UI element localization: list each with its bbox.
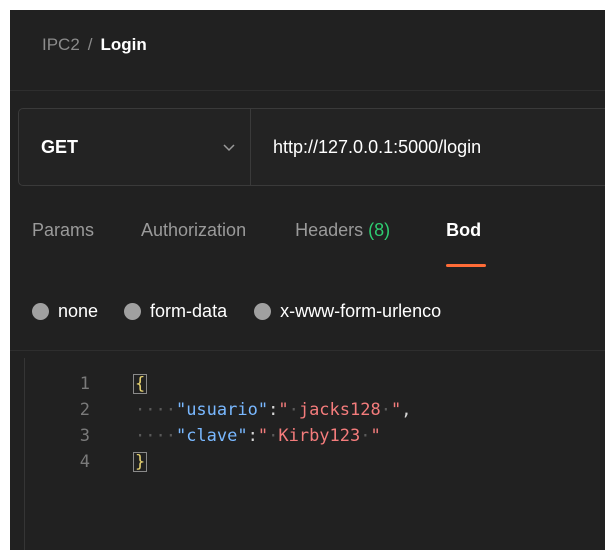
radio-label: x-www-form-urlenco: [280, 300, 442, 321]
close-brace: }: [133, 452, 148, 472]
radio-none[interactable]: none: [32, 301, 98, 322]
tab-body[interactable]: Bod: [446, 220, 487, 267]
json-quote: ": [257, 426, 269, 446]
tab-headers[interactable]: Headers (8): [295, 220, 390, 241]
request-bar: GET http://127.0.0.1:5000/login: [18, 108, 605, 186]
json-value: jacks128: [298, 400, 381, 420]
tab-label: Bod: [446, 220, 482, 240]
line-number: 1: [79, 374, 90, 394]
json-key: "usuario": [175, 400, 269, 420]
line-number: 2: [79, 400, 90, 420]
radio-x-www-form-urlencoded[interactable]: x-www-form-urlenco: [254, 301, 441, 322]
json-value: Kirby123: [278, 426, 361, 446]
editor-line: 1 {: [10, 372, 605, 396]
radio-label: none: [58, 300, 99, 321]
header: IPC2 / Login: [10, 10, 605, 80]
json-colon: :: [268, 400, 279, 420]
line-number: 4: [79, 452, 90, 472]
indent-whitespace: ····: [135, 400, 176, 420]
body-code-editor[interactable]: 1 { 2 ····"usuario":"·jacks128·", 3 ····…: [10, 358, 605, 550]
breadcrumb-request-name[interactable]: Login: [101, 35, 147, 55]
tab-label: Headers: [295, 220, 364, 240]
radio-form-data[interactable]: form-data: [124, 301, 227, 322]
chevron-down-icon: [223, 144, 235, 152]
breadcrumb: IPC2 / Login: [10, 35, 147, 55]
url-input[interactable]: http://127.0.0.1:5000/login: [251, 109, 605, 185]
open-brace: {: [133, 374, 148, 394]
json-colon: :: [247, 426, 258, 446]
json-quote: ": [278, 400, 289, 420]
header-divider: [10, 90, 605, 91]
section-divider: [10, 350, 605, 351]
breadcrumb-separator: /: [87, 35, 93, 54]
json-key: "clave": [175, 426, 248, 446]
line-number: 3: [79, 426, 90, 446]
postman-window: IPC2 / Login GET http://127.0.0.1:5000/l…: [10, 10, 605, 550]
request-tabs: Params Authorization Headers (8) Bod: [10, 220, 605, 270]
breadcrumb-collection[interactable]: IPC2: [42, 35, 80, 55]
radio-button-icon: [32, 302, 49, 320]
method-label: GET: [41, 136, 79, 157]
json-quote: ": [370, 426, 381, 446]
tab-label: Authorization: [141, 220, 247, 240]
tab-params[interactable]: Params: [32, 220, 94, 241]
body-type-selector: none form-data x-www-form-urlenco: [10, 295, 605, 327]
editor-line: 3 ····"clave":"·Kirby123·": [10, 424, 605, 448]
headers-count-badge: (8): [368, 220, 391, 240]
json-quote: ": [390, 400, 402, 420]
tab-label: Params: [32, 220, 95, 240]
radio-button-icon: [124, 302, 142, 320]
radio-button-icon: [254, 302, 272, 320]
editor-line: 4 }: [10, 450, 605, 474]
editor-line: 2 ····"usuario":"·jacks128·",: [10, 398, 605, 422]
json-comma: ,: [401, 400, 412, 420]
indent-whitespace: ····: [135, 426, 176, 446]
radio-label: form-data: [150, 300, 228, 321]
tab-authorization[interactable]: Authorization: [141, 220, 246, 241]
method-dropdown[interactable]: GET: [19, 109, 251, 185]
